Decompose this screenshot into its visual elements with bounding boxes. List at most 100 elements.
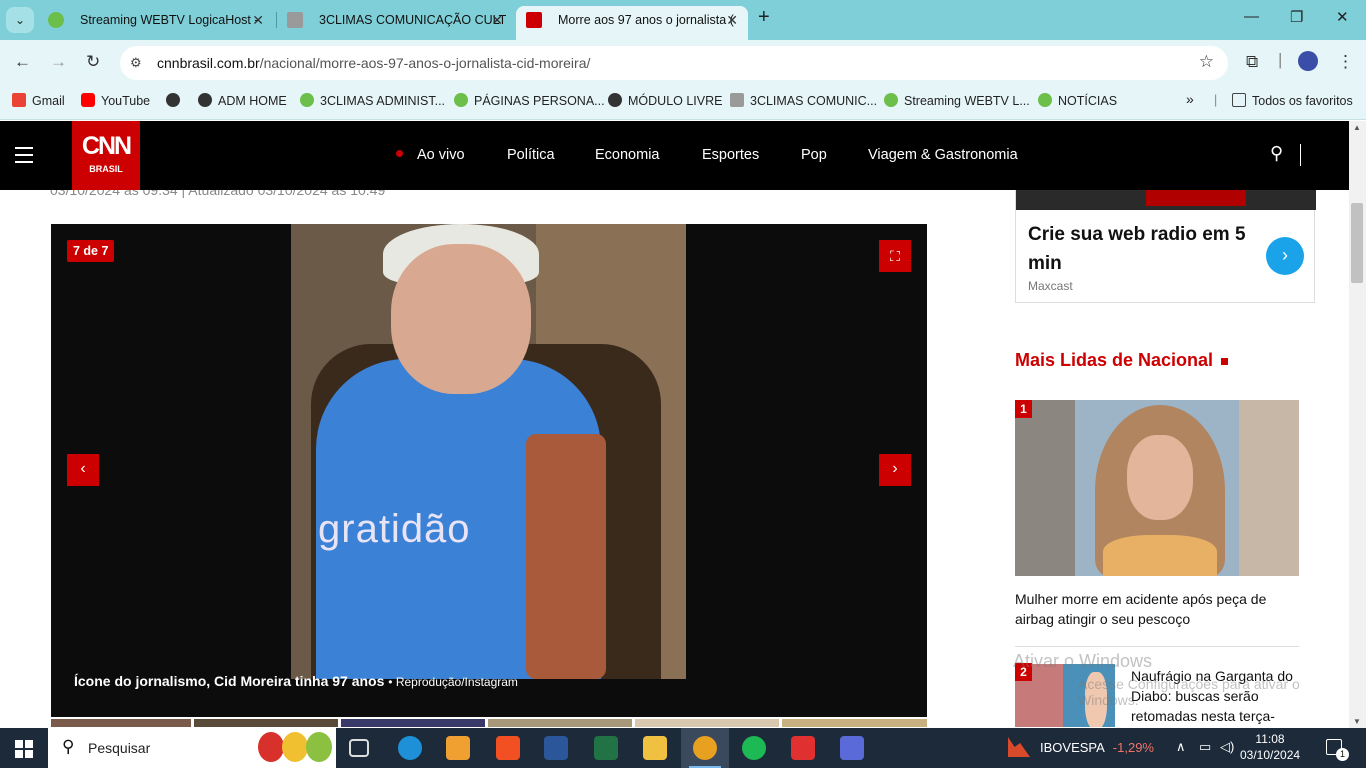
nav-viagem-gastronomia[interactable]: Viagem & Gastronomia [868,147,1018,163]
bookmark-star-icon[interactable]: ☆ [1199,52,1214,72]
ad-image-banner [1146,190,1246,206]
bookmarks-bar: Gmail YouTube ADM HOME 3CLIMAS ADMINIST.… [0,86,1366,120]
tab-cnn-article[interactable]: Morre aos 97 anos o jornalista ( ✕ [516,6,748,40]
site-info-icon[interactable]: ⚙ [130,55,142,71]
gallery-prev-button[interactable]: ‹ [67,454,99,486]
logo-subtext: BRASIL [89,164,123,174]
article-dateline: 03/10/2024 às 09:34 | Atualizado 03/10/2… [50,190,386,198]
excel-icon[interactable] [594,736,618,760]
file-explorer-icon[interactable] [643,736,667,760]
chevron-up-icon[interactable]: ∧ [1176,739,1186,755]
more-bookmarks-chevron-icon[interactable]: » [1186,91,1194,107]
tab-3climas[interactable]: 3CLIMAS COMUNICAÇÃO CULT ✕ [277,6,513,40]
close-tab-icon[interactable]: ✕ [252,6,264,34]
gallery-thumbnail[interactable] [194,719,338,727]
profile-avatar[interactable] [1298,51,1318,71]
photo-background [1015,400,1075,576]
close-window-icon[interactable]: ✕ [1336,8,1349,26]
news-headline-link[interactable]: Mulher morre em acidente após peça de ai… [1015,589,1305,629]
new-tab-button[interactable]: + [758,6,770,29]
app-icon[interactable] [840,736,864,760]
page-content: 03/10/2024 às 09:34 | Atualizado 03/10/2… [0,190,1349,727]
sponsored-ad-card[interactable]: Crie sua web radio em 5 min Maxcast › [1015,190,1316,303]
anydesk-icon[interactable] [791,736,815,760]
volume-icon[interactable]: ◁) [1220,739,1234,755]
photo-shirt [1103,535,1217,576]
task-view-icon[interactable] [349,739,369,757]
scrollbar-thumb[interactable] [1351,203,1363,283]
fullscreen-button[interactable]: ⛶ [879,240,911,272]
globe-icon [166,93,180,107]
bookmark-3climas-comunic[interactable]: 3CLIMAS COMUNIC... [730,93,877,108]
stock-ticker-widget[interactable]: IBOVESPA -1,29% [1040,740,1154,755]
bookmark-streaming[interactable]: Streaming WEBTV L... [884,93,1030,108]
edge-browser-icon[interactable] [398,736,422,760]
chrome-icon[interactable] [693,736,717,760]
tab-streaming-webtv[interactable]: Streaming WEBTV LogicaHost - ✕ [38,6,274,40]
bookmark-modulo-livre[interactable]: MÓDULO LIVRE [608,93,722,108]
restore-icon[interactable]: ❐ [1290,8,1303,26]
bookmark-paginas[interactable]: PÁGINAS PERSONA... [454,93,605,108]
bookmark-noticias[interactable]: NOTÍCIAS [1038,93,1117,108]
search-icon: ⚲ [62,737,75,756]
media-player-icon[interactable] [446,736,470,760]
tab-search-button[interactable]: ⌄ [6,7,34,33]
globe-icon [608,93,622,107]
forward-arrow-icon[interactable]: → [50,52,67,72]
gmail-icon [12,93,26,107]
cnn-logo[interactable]: CNN BRASIL [72,121,140,190]
minimize-icon[interactable]: — [1244,8,1259,25]
menu-kebab-icon[interactable]: ⋮ [1337,52,1354,72]
scroll-down-icon[interactable]: ▼ [1353,717,1361,726]
tab-title: 3CLIMAS COMUNICAÇÃO CULT [319,13,507,27]
gallery-thumbnail[interactable] [51,719,191,727]
bookmark-3climas-admin[interactable]: 3CLIMAS ADMINIST... [300,93,445,108]
network-icon[interactable]: ▭ [1199,739,1211,755]
gallery-thumbnail[interactable] [782,719,927,727]
all-bookmarks-folder[interactable]: Todos os favoritos [1232,93,1353,108]
gallery-thumbnail[interactable] [488,719,632,727]
cnn-favicon-icon [526,12,542,28]
chevron-right-icon: › [1282,245,1288,265]
reload-icon[interactable]: ↻ [86,52,100,72]
bookmarks-divider: | [1214,93,1218,107]
site-icon [454,93,468,107]
back-arrow-icon[interactable]: ← [14,52,31,72]
taskbar-search-box[interactable]: ⚲ Pesquisar [48,728,336,768]
ad-title: Crie sua web radio em 5 min [1028,224,1246,274]
spotify-icon[interactable] [742,736,766,760]
ad-image [1016,190,1316,210]
gallery-thumbnail[interactable] [341,719,485,727]
bookmark-youtube[interactable]: YouTube [81,93,150,108]
news-thumbnail[interactable] [1015,400,1299,576]
bookmark-label: 3CLIMAS ADMINIST... [320,94,446,108]
system-clock[interactable]: 11:08 03/10/2024 [1240,731,1300,763]
ad-arrow-button[interactable]: › [1266,237,1304,275]
nav-pop[interactable]: Pop [801,147,827,163]
word-icon[interactable] [544,736,568,760]
bookmark-gmail[interactable]: Gmail [12,93,65,108]
bookmark-adm-home[interactable]: ADM HOME [198,93,287,108]
bookmark-globe[interactable] [166,93,186,108]
gallery-counter: 7 de 7 [67,240,115,262]
address-bar[interactable]: ⚙ cnnbrasil.com.br/nacional/morre-aos-97… [120,46,1228,80]
search-icon[interactable]: ⚲ [1270,143,1283,164]
gallery-thumbnail[interactable] [635,719,779,727]
gallery-next-button[interactable]: › [879,454,911,486]
nav-politica[interactable]: Política [507,147,555,163]
search-placeholder: Pesquisar [88,740,151,756]
page-scrollbar[interactable]: ▲ ▼ [1349,121,1366,728]
close-tab-icon[interactable]: ✕ [491,6,503,34]
apple-icon [306,732,332,762]
extensions-icon[interactable]: ⧉ [1246,52,1258,72]
apple-icon [258,732,284,762]
cnn-header: CNN BRASIL Ao vivo Política Economia Esp… [0,121,1349,190]
close-tab-icon[interactable]: ✕ [726,6,738,34]
nav-economia[interactable]: Economia [595,147,659,163]
nav-ao-vivo[interactable]: Ao vivo [396,147,465,163]
store-icon[interactable] [496,736,520,760]
hamburger-menu-icon[interactable] [15,147,33,168]
scroll-up-icon[interactable]: ▲ [1353,123,1361,132]
nav-esportes[interactable]: Esportes [702,147,759,163]
windows-start-icon[interactable] [15,740,33,758]
